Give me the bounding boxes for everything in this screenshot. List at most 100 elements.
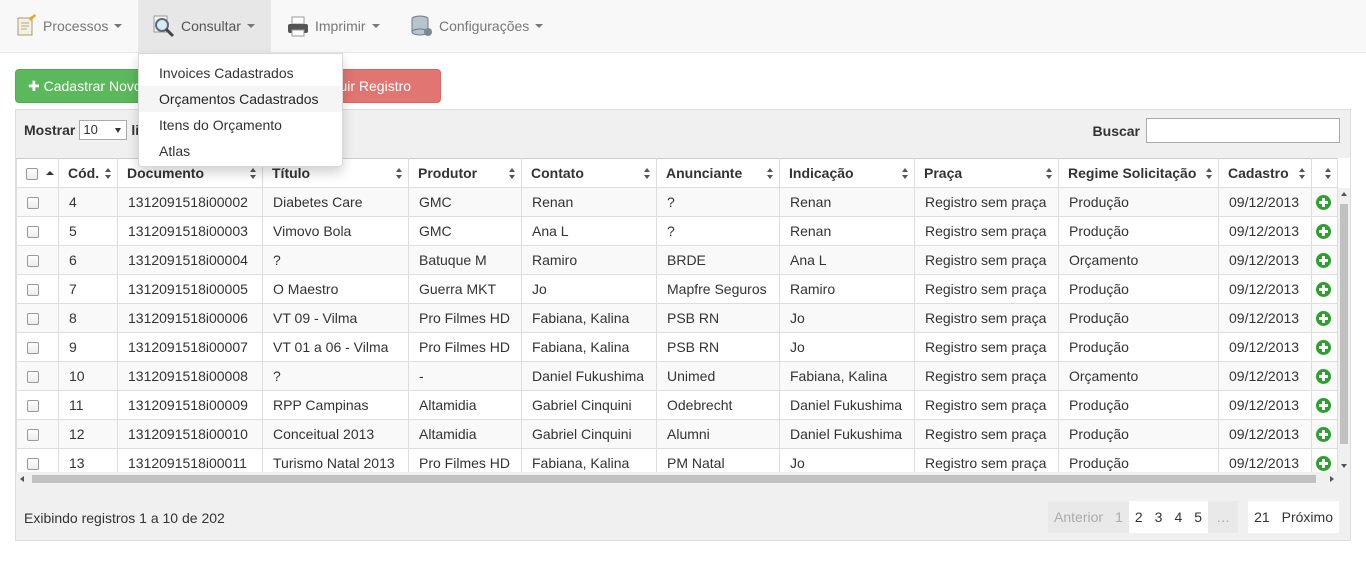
next-page-button[interactable]: Próximo [1275,501,1339,533]
cell: Jo [779,303,915,333]
cell: Ana L [521,216,657,246]
add-circle-icon[interactable] [1316,369,1331,385]
col-header[interactable]: Contato [521,158,657,188]
vertical-scrollbar[interactable] [1338,188,1350,472]
add-circle-icon[interactable] [1316,282,1331,298]
caret-down-icon [371,24,380,28]
table-row: 13 1312091518i00011 Turismo Natal 2013 Pro … [16,448,1338,472]
nav-label: Processos [43,18,109,34]
row-checkbox[interactable] [27,400,39,413]
col-header[interactable]: Anunciante [656,158,780,188]
cell: PSB RN [656,303,780,333]
col-header[interactable]: Praça [914,158,1059,188]
cell: Produção [1058,419,1219,449]
sort-asc-icon [46,171,54,175]
cell: ? [262,245,409,275]
select-all-checkbox[interactable] [26,168,38,181]
add-circle-icon[interactable] [1316,195,1331,211]
cell: Registro sem praça [914,245,1059,275]
cell: 1312091518i00009 [117,390,263,420]
row-checkbox[interactable] [27,197,39,210]
scroll-down-icon[interactable] [1341,464,1347,468]
cell: Batuque M [408,245,522,275]
menu-item-invoices[interactable]: Invoices Cadastrados [139,60,342,86]
cell: Fabiana, Kalina [521,448,657,472]
search-input[interactable] [1146,118,1340,143]
scroll-thumb[interactable] [1340,204,1348,444]
row-checkbox[interactable] [27,255,39,268]
navbar: Processos Consultar Imprimir Configuraçõ… [0,0,1366,53]
col-label: Praça [924,165,963,181]
cell: Gabriel Cinquini [521,390,657,420]
row-select-cell [16,187,59,217]
scroll-up-icon[interactable] [1341,192,1347,196]
cell: 09/12/2013 [1218,361,1312,391]
col-header[interactable]: Regime Solicitação [1058,158,1219,188]
row-checkbox[interactable] [27,371,39,384]
col-header[interactable]: Produtor [408,158,522,188]
row-checkbox[interactable] [27,458,39,471]
notepad-pencil-icon [14,14,38,38]
cell: PSB RN [656,332,780,362]
page-button[interactable]: 2 [1128,501,1149,533]
cell: VT 09 - Vilma [262,303,409,333]
nav-imprimir[interactable]: Imprimir [272,0,392,52]
add-circle-icon[interactable] [1316,253,1331,269]
page-button-current[interactable]: 1 [1109,501,1129,533]
printer-icon [286,14,310,38]
horizontal-scrollbar[interactable] [16,472,1338,486]
row-checkbox[interactable] [27,284,39,297]
menu-item-orcamentos[interactable]: Orçamentos Cadastrados [139,86,342,112]
add-circle-icon[interactable] [1316,311,1331,327]
add-circle-icon[interactable] [1316,224,1331,240]
row-checkbox[interactable] [27,342,39,355]
page-button[interactable]: 3 [1148,501,1169,533]
col-header[interactable]: Cód. [58,158,118,188]
add-circle-icon[interactable] [1316,427,1331,443]
add-cell [1311,303,1338,333]
add-circle-icon[interactable] [1316,398,1331,414]
menu-item-itens-orcamento[interactable]: Itens do Orçamento [139,112,342,138]
add-record-button[interactable]: ✚ Cadastrar Novo [15,69,145,103]
nav-consultar[interactable]: Consultar [138,0,271,52]
page-button[interactable]: 5 [1188,501,1209,533]
row-checkbox[interactable] [27,313,39,326]
nav-processos[interactable]: Processos [0,0,134,52]
cell: Pro Filmes HD [408,303,522,333]
row-checkbox[interactable] [27,429,39,442]
cell: 5 [58,216,118,246]
scroll-thumb[interactable] [32,475,1316,483]
row-select-cell [16,245,59,275]
page-size-select[interactable]: 10 [79,120,128,140]
cell: Renan [779,216,915,246]
row-checkbox[interactable] [27,226,39,239]
table-row: 11 1312091518i00009 RPP Campinas Altamidia G… [16,390,1338,420]
scroll-right-icon[interactable] [1330,476,1334,482]
table-row: 12 1312091518i00010 Conceitual 2013 Altamid… [16,419,1338,449]
actions-header[interactable] [1311,158,1338,188]
col-header[interactable]: Indicação [779,158,915,188]
add-circle-icon[interactable] [1316,456,1331,472]
page-button-last[interactable]: 21 [1248,501,1276,533]
nav-configuracoes[interactable]: Configurações [396,0,555,52]
cell: Alumni [656,419,780,449]
table-row: 4 1312091518i00002 Diabetes Care GMC Renan? R… [16,187,1338,217]
cell: Fabiana, Kalina [779,361,915,391]
cell: 09/12/2013 [1218,390,1312,420]
cell: 1312091518i00004 [117,245,263,275]
sort-icon [644,168,651,179]
menu-item-atlas[interactable]: Atlas [139,138,342,164]
page-button[interactable]: 4 [1168,501,1189,533]
add-cell [1311,274,1338,304]
prev-page-button[interactable]: Anterior [1048,501,1110,533]
add-circle-icon[interactable] [1316,340,1331,356]
col-header[interactable]: Cadastro [1218,158,1312,188]
cell: Ramiro [779,274,915,304]
scroll-left-icon[interactable] [20,476,24,482]
col-label: Regime Solicitação [1068,165,1197,181]
select-all-header[interactable] [16,158,59,188]
sort-icon [1206,168,1213,179]
cell: Registro sem praça [914,216,1059,246]
records-table: Cód. Documento Título Produtor Contato A… [16,158,1338,472]
cell: Conceitual 2013 [262,419,409,449]
